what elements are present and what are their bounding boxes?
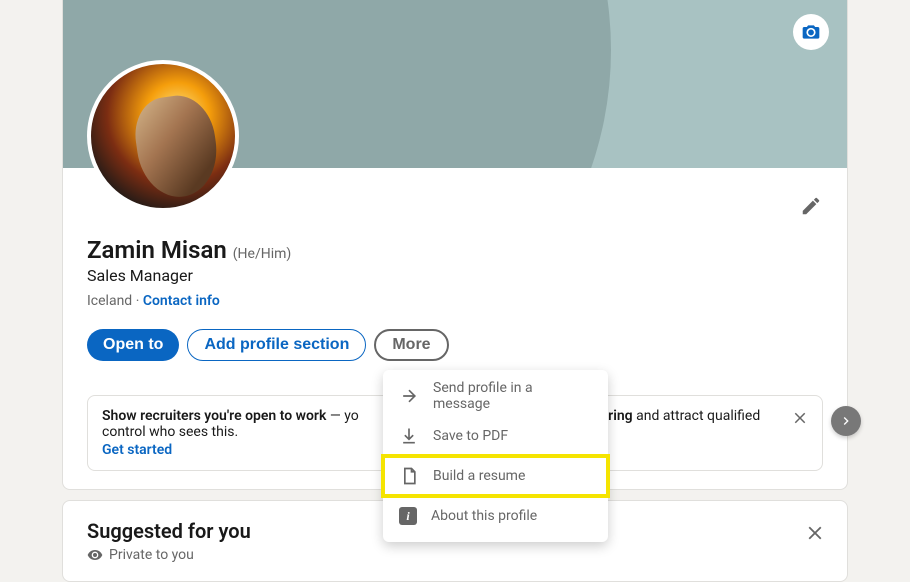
dropdown-about-profile[interactable]: i About this profile bbox=[383, 496, 608, 536]
close-icon bbox=[791, 409, 809, 427]
dropdown-build-resume[interactable]: Build a resume bbox=[383, 456, 608, 496]
more-button[interactable]: More bbox=[374, 329, 448, 361]
carousel-next-button[interactable] bbox=[831, 406, 861, 436]
profile-avatar[interactable] bbox=[87, 60, 239, 212]
dismiss-suggested-button[interactable] bbox=[801, 519, 829, 547]
add-profile-section-button[interactable]: Add profile section bbox=[187, 329, 366, 361]
pencil-icon bbox=[800, 195, 822, 217]
info-icon: i bbox=[399, 507, 417, 525]
open-card-bold: Show recruiters you're open to work bbox=[102, 408, 326, 424]
edit-profile-button[interactable] bbox=[797, 192, 825, 220]
close-icon bbox=[804, 522, 826, 544]
chevron-right-icon bbox=[838, 413, 854, 429]
get-started-link[interactable]: Get started bbox=[102, 442, 172, 458]
download-icon bbox=[399, 426, 419, 446]
profile-name: Zamin Misan bbox=[87, 236, 227, 264]
profile-pronouns: (He/Him) bbox=[233, 246, 292, 262]
camera-icon bbox=[801, 22, 821, 42]
send-icon bbox=[399, 386, 419, 406]
open-to-button[interactable]: Open to bbox=[87, 329, 179, 361]
location-row: Iceland · Contact info bbox=[87, 293, 823, 309]
profile-headline: Sales Manager bbox=[87, 266, 823, 285]
action-buttons: Open to Add profile section More bbox=[87, 329, 823, 361]
private-row: Private to you bbox=[87, 547, 823, 563]
dropdown-save-pdf[interactable]: Save to PDF bbox=[383, 416, 608, 456]
eye-icon bbox=[87, 547, 103, 563]
document-icon bbox=[399, 466, 419, 486]
dropdown-send-profile[interactable]: Send profile in a message bbox=[383, 376, 608, 416]
dismiss-open-card-button[interactable] bbox=[788, 406, 812, 430]
profile-location: Iceland bbox=[87, 293, 132, 309]
contact-info-link[interactable]: Contact info bbox=[143, 293, 220, 309]
more-dropdown: Send profile in a message Save to PDF Bu… bbox=[383, 370, 608, 542]
edit-cover-button[interactable] bbox=[793, 14, 829, 50]
